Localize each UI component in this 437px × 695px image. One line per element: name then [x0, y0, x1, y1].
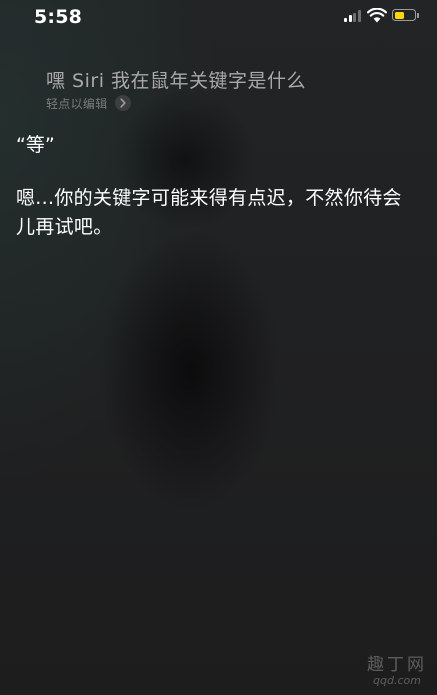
wifi-icon [366, 7, 388, 23]
signal-bar [353, 12, 357, 22]
watermark-name: 趣丁网 [367, 655, 427, 675]
tap-to-edit-label: 轻点以编辑 [46, 96, 108, 111]
siri-reply-short: “等” [16, 134, 55, 156]
watermark-url: qqd.com [373, 673, 421, 687]
siri-reply-text: 嗯...你的关键字可能来得有点迟，不然你待会儿再试吧。 [16, 187, 402, 238]
chevron-right-icon[interactable] [114, 95, 131, 111]
battery-icon [392, 9, 419, 21]
siri-screen: 5:58 嘿 Siri 我在鼠年关键字是什么 轻点以编辑 “等” 嗯...你的关… [0, 0, 437, 695]
status-bar: 5:58 [0, 0, 437, 34]
signal-bar [357, 9, 361, 22]
battery-level [394, 11, 404, 19]
cellular-signal-icon [344, 9, 362, 22]
signal-bar [348, 15, 352, 22]
signal-bar [344, 18, 347, 22]
siri-query-text[interactable]: 嘿 Siri 我在鼠年关键字是什么 [46, 66, 306, 93]
tap-to-edit[interactable]: 轻点以编辑 [46, 95, 131, 111]
status-time: 5:58 [34, 6, 83, 28]
site-watermark: 趣丁网 qqd.com [367, 656, 427, 687]
